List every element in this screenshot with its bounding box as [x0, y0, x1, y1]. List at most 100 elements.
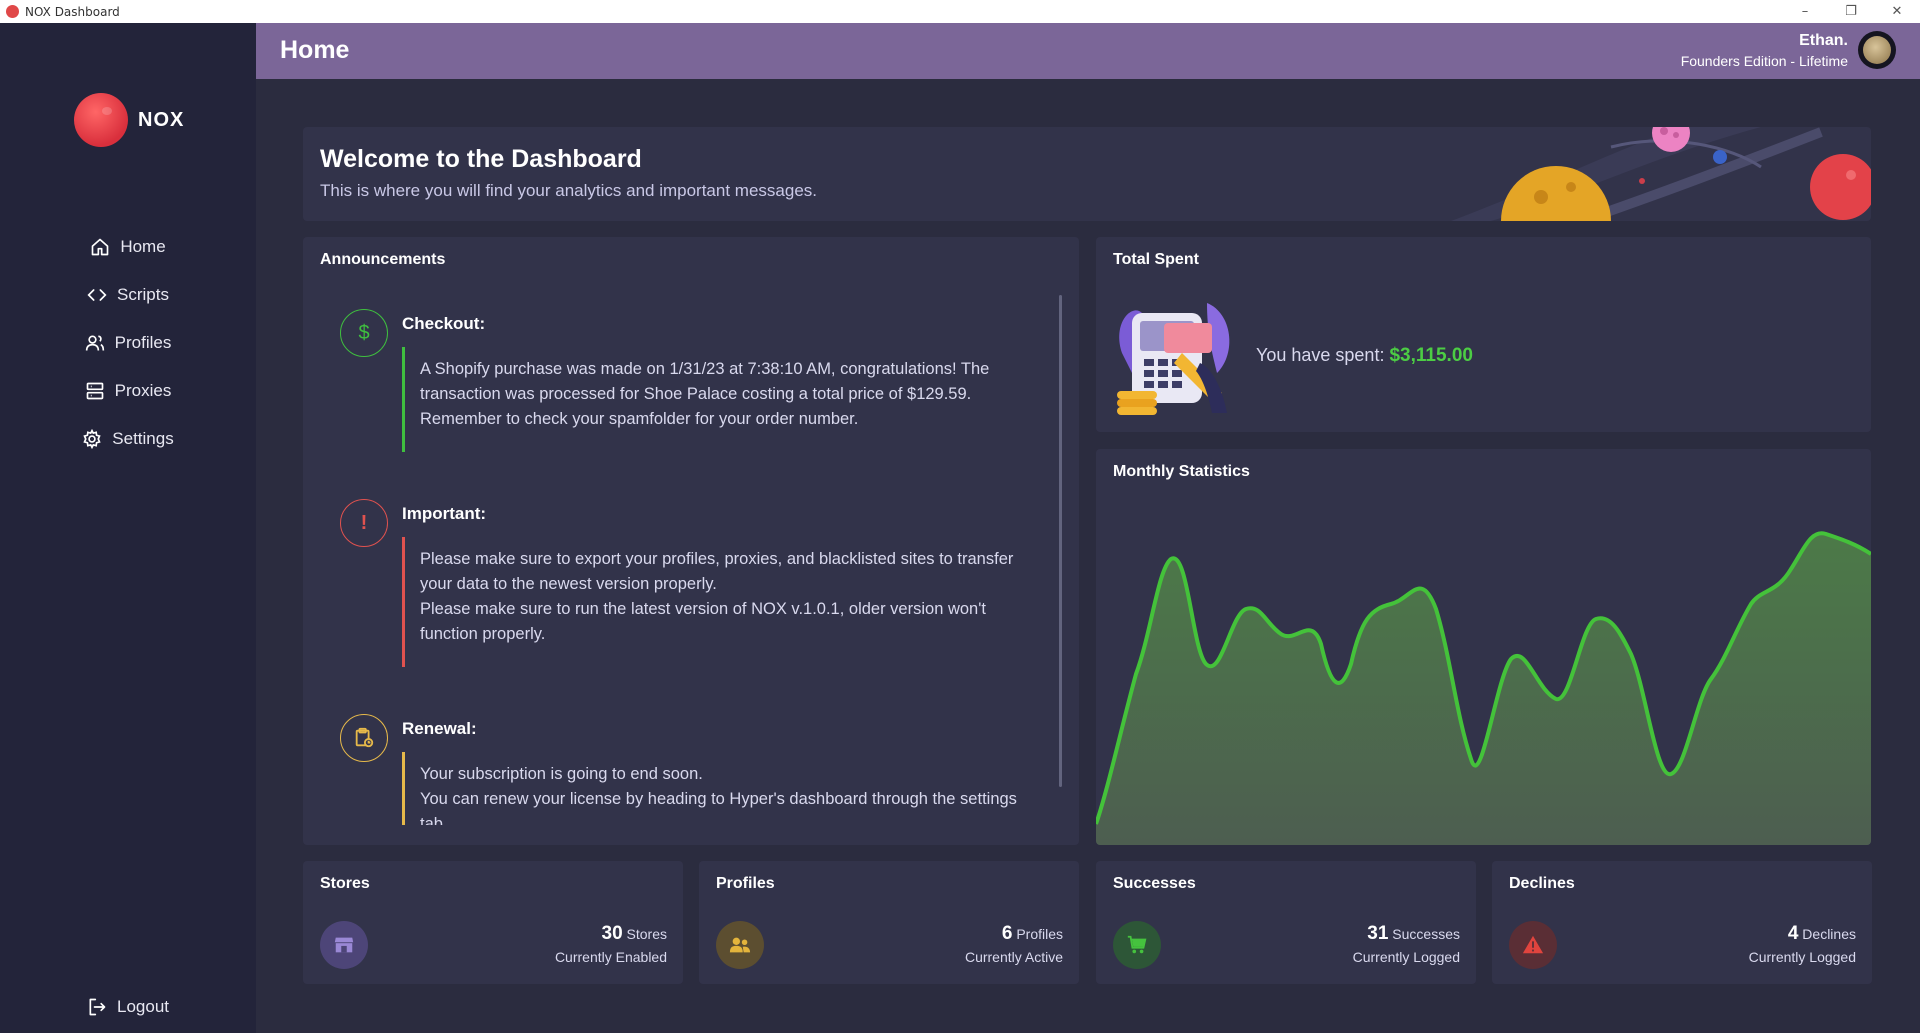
- users-icon: [85, 335, 104, 351]
- cart-icon: [1113, 921, 1161, 969]
- sidebar-item-home[interactable]: Home: [0, 223, 256, 271]
- announcement-title: Important:: [402, 504, 487, 523]
- total-spent-label: You have spent:: [1256, 345, 1385, 365]
- page-title: Home: [280, 36, 350, 64]
- stat-number: 4: [1787, 923, 1799, 944]
- user-name: Ethan.: [1799, 31, 1848, 49]
- monthly-statistics-chart: [1096, 531, 1871, 845]
- stat-value: 6 Profiles Currently Active: [965, 923, 1063, 965]
- gear-icon: [83, 429, 101, 449]
- successes-stat-card[interactable]: Successes 31 Successes Currently Logged: [1096, 861, 1476, 984]
- brand-logo[interactable]: NOX: [74, 93, 184, 147]
- store-icon: [320, 921, 368, 969]
- sidebar-item-label: Profiles: [114, 333, 172, 352]
- announcements-card: Announcements $ Checkout: A Shopify purc…: [303, 237, 1079, 845]
- logout-container: Logout: [0, 983, 256, 1031]
- app-icon: [6, 5, 19, 18]
- sidebar: NOX Home Scripts Profiles Proxies Settin…: [0, 23, 256, 1033]
- home-icon: [91, 238, 109, 256]
- maximize-button[interactable]: ❐: [1828, 0, 1874, 23]
- sidebar-nav: Home Scripts Profiles Proxies Settings: [0, 223, 256, 463]
- stat-value: 30 Stores Currently Enabled: [555, 923, 667, 965]
- brand-name: NOX: [138, 108, 185, 131]
- minimize-button[interactable]: –: [1782, 0, 1828, 23]
- sidebar-item-label: Home: [120, 237, 166, 256]
- stat-number: 30: [601, 923, 623, 944]
- announcements-list[interactable]: $ Checkout: A Shopify purchase was made …: [335, 297, 1035, 825]
- stat-unit: Profiles: [1016, 926, 1063, 942]
- users-icon: [716, 921, 764, 969]
- window-titlebar: NOX Dashboard – ❐ ✕: [0, 0, 1920, 23]
- welcome-card: Welcome to the Dashboard This is where y…: [303, 127, 1871, 221]
- announcement-body: A Shopify purchase was made on 1/31/23 a…: [420, 357, 1030, 432]
- user-info: Ethan. Founders Edition - Lifetime: [1681, 32, 1848, 69]
- planet-logo-icon: [74, 93, 128, 147]
- avatar[interactable]: [1858, 31, 1896, 69]
- stores-stat-card[interactable]: Stores 30 Stores Currently Enabled: [303, 861, 683, 984]
- window-title: NOX Dashboard: [25, 4, 120, 19]
- stat-title: Profiles: [716, 875, 775, 892]
- declines-stat-card[interactable]: Declines 4 Declines Currently Logged: [1492, 861, 1872, 984]
- announcements-title: Announcements: [320, 251, 446, 268]
- profiles-stat-card[interactable]: Profiles 6 Profiles Currently Active: [699, 861, 1079, 984]
- stat-subtitle: Currently Enabled: [554, 949, 667, 965]
- announcement-text: Please make sure to export your profiles…: [420, 550, 1014, 593]
- announcement-title: Renewal:: [402, 719, 477, 738]
- stat-title: Successes: [1113, 875, 1196, 892]
- announcement-text: You can renew your license by heading to…: [420, 790, 1017, 825]
- logout-button[interactable]: Logout: [0, 983, 256, 1031]
- sidebar-item-settings[interactable]: Settings: [0, 415, 256, 463]
- announcement-body: Your subscription is going to end soon. …: [420, 762, 1030, 825]
- announcements-scrollbar[interactable]: [1059, 295, 1062, 787]
- announcement-body: Please make sure to export your profiles…: [420, 547, 1030, 647]
- stat-title: Declines: [1509, 875, 1575, 892]
- logout-icon: [89, 998, 106, 1016]
- dollar-icon: $: [340, 309, 388, 357]
- user-plan: Founders Edition - Lifetime: [1680, 52, 1848, 69]
- announcement-text: Please make sure to run the latest versi…: [420, 600, 986, 643]
- avatar-image: [1863, 36, 1891, 64]
- total-spent-title: Total Spent: [1113, 251, 1199, 268]
- chart-area: [1096, 533, 1871, 845]
- welcome-title: Welcome to the Dashboard: [320, 145, 642, 173]
- stat-title: Stores: [320, 875, 370, 892]
- user-menu[interactable]: Ethan. Founders Edition - Lifetime: [1681, 31, 1896, 69]
- total-spent-amount: $3,115.00: [1389, 345, 1473, 366]
- total-spent-card: Total Spent You have spent: $3,115.00: [1096, 237, 1871, 432]
- monthly-statistics-card: Monthly Statistics: [1096, 449, 1871, 845]
- code-icon: [87, 289, 107, 301]
- close-button[interactable]: ✕: [1874, 0, 1920, 23]
- announcement-text: Your subscription is going to end soon.: [420, 765, 703, 783]
- announcement-title: Checkout:: [402, 314, 486, 333]
- monthly-statistics-title: Monthly Statistics: [1113, 463, 1250, 480]
- stat-subtitle: Currently Logged: [1748, 949, 1856, 965]
- exclamation-icon: !: [340, 499, 388, 547]
- payment-illustration: [1117, 303, 1230, 415]
- stat-number: 31: [1367, 923, 1389, 944]
- stat-unit: Successes: [1392, 926, 1460, 942]
- announcement-accent-bar: [402, 537, 405, 667]
- stat-number: 6: [1001, 923, 1013, 944]
- sidebar-item-profiles[interactable]: Profiles: [0, 319, 256, 367]
- stat-subtitle: Currently Active: [964, 949, 1063, 965]
- warning-icon: [1509, 921, 1557, 969]
- stat-value: 4 Declines Currently Logged: [1749, 923, 1856, 965]
- total-spent-text: You have spent: $3,115.00: [1256, 345, 1473, 367]
- sidebar-item-proxies[interactable]: Proxies: [0, 367, 256, 415]
- sidebar-item-label: Scripts: [117, 285, 169, 304]
- announcement-accent-bar: [402, 347, 405, 452]
- sidebar-item-label: Proxies: [114, 381, 172, 400]
- sidebar-item-label: Settings: [112, 429, 174, 448]
- stat-unit: Stores: [626, 926, 667, 942]
- announcement-text: A Shopify purchase was made on 1/31/23 a…: [420, 360, 990, 428]
- stat-value: 31 Successes Currently Logged: [1353, 923, 1460, 965]
- announcement-accent-bar: [402, 752, 405, 825]
- welcome-subtitle: This is where you will find your analyti…: [320, 181, 817, 200]
- stat-unit: Declines: [1802, 926, 1856, 942]
- clipboard-clock-icon: [340, 714, 388, 762]
- window-controls: – ❐ ✕: [1782, 0, 1920, 23]
- stat-subtitle: Currently Logged: [1352, 949, 1460, 965]
- sidebar-item-scripts[interactable]: Scripts: [0, 271, 256, 319]
- space-illustration: [1451, 127, 1871, 221]
- top-header: Home Ethan. Founders Edition - Lifetime: [256, 23, 1920, 79]
